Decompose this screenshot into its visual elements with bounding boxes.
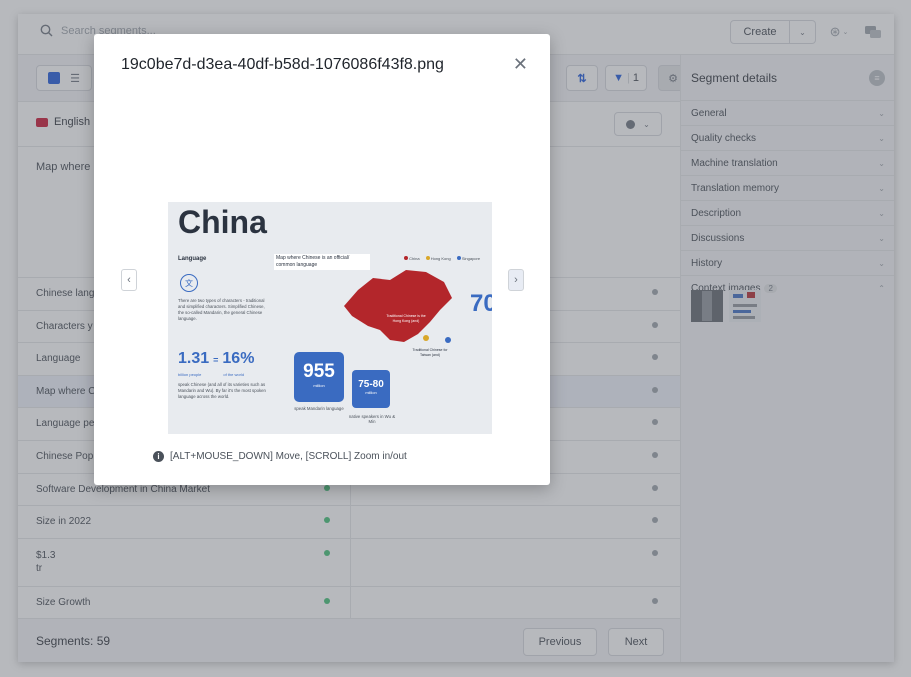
close-icon: ✕ [512,54,528,74]
zoom-hint: i [ALT+MOUSE_DOWN] Move, [SCROLL] Zoom i… [153,451,407,462]
legend-label: Singapore [461,256,481,261]
image-map-label: Traditional Chinese for Taiwan (and) [412,348,448,357]
image-big-stat1-desc: speak Mandarin language [294,406,344,411]
image-big-stat2-unit: million [365,390,377,395]
image-big-stat2-desc: native speakers in Wu & Min [348,414,396,424]
legend-label: Hong Kong [430,256,451,261]
image-preview-modal: 19c0be7d-d3ea-40df-b58d-1076086f43f8.png… [94,34,550,485]
context-image[interactable]: China Language Map where Chinese is an o… [168,202,492,434]
image-big-stat1-value: 955 [303,361,335,382]
image-stat-eq: = [213,355,219,365]
image-callout: Map where Chinese is an official/ common… [274,254,370,270]
image-legend: China Hong Kong Singapore [404,256,480,261]
legend-label: China [409,256,420,261]
image-description: There are two types of characters - trad… [178,298,265,321]
legend-item: China [404,256,420,261]
image-stat1: 1.31 [178,350,210,367]
info-icon: i [153,451,164,462]
image-stat-desc: speak Chinese (and all of its varieties … [178,382,266,399]
chevron-left-icon: ‹ [127,274,131,286]
image-big-stat1: 955 million [294,352,344,402]
image-heading: China [178,204,267,240]
image-stat-row: 1.31 = 16% [178,350,254,368]
image-big-stat1-unit: million [313,383,325,388]
image-right-stat: 70 [470,290,492,317]
image-stat2: 16% [222,350,255,367]
modal-title: 19c0be7d-d3ea-40df-b58d-1076086f43f8.png [121,56,444,73]
zoom-hint-text: [ALT+MOUSE_DOWN] Move, [SCROLL] Zoom in/… [170,451,407,462]
image-big-stat2-value: 75-80 [358,379,384,390]
image-stat1-unit: billion people [178,372,202,377]
chevron-right-icon: › [514,274,518,286]
legend-item: Hong Kong [425,256,451,261]
image-map-label: Traditional Chinese is the Hong Kong (an… [386,314,426,323]
previous-image-button[interactable]: ‹ [121,269,137,291]
image-stat-units: billion people of the world [178,372,244,377]
close-button[interactable]: ✕ [513,54,528,75]
chinese-character-icon: 文 [180,274,198,292]
image-stat2-unit: of the world [223,372,245,377]
legend-item: Singapore [456,256,481,261]
image-big-stat2: 75-80 million [352,370,390,408]
image-language-label: Language [178,256,207,262]
next-image-button[interactable]: › [508,269,524,291]
